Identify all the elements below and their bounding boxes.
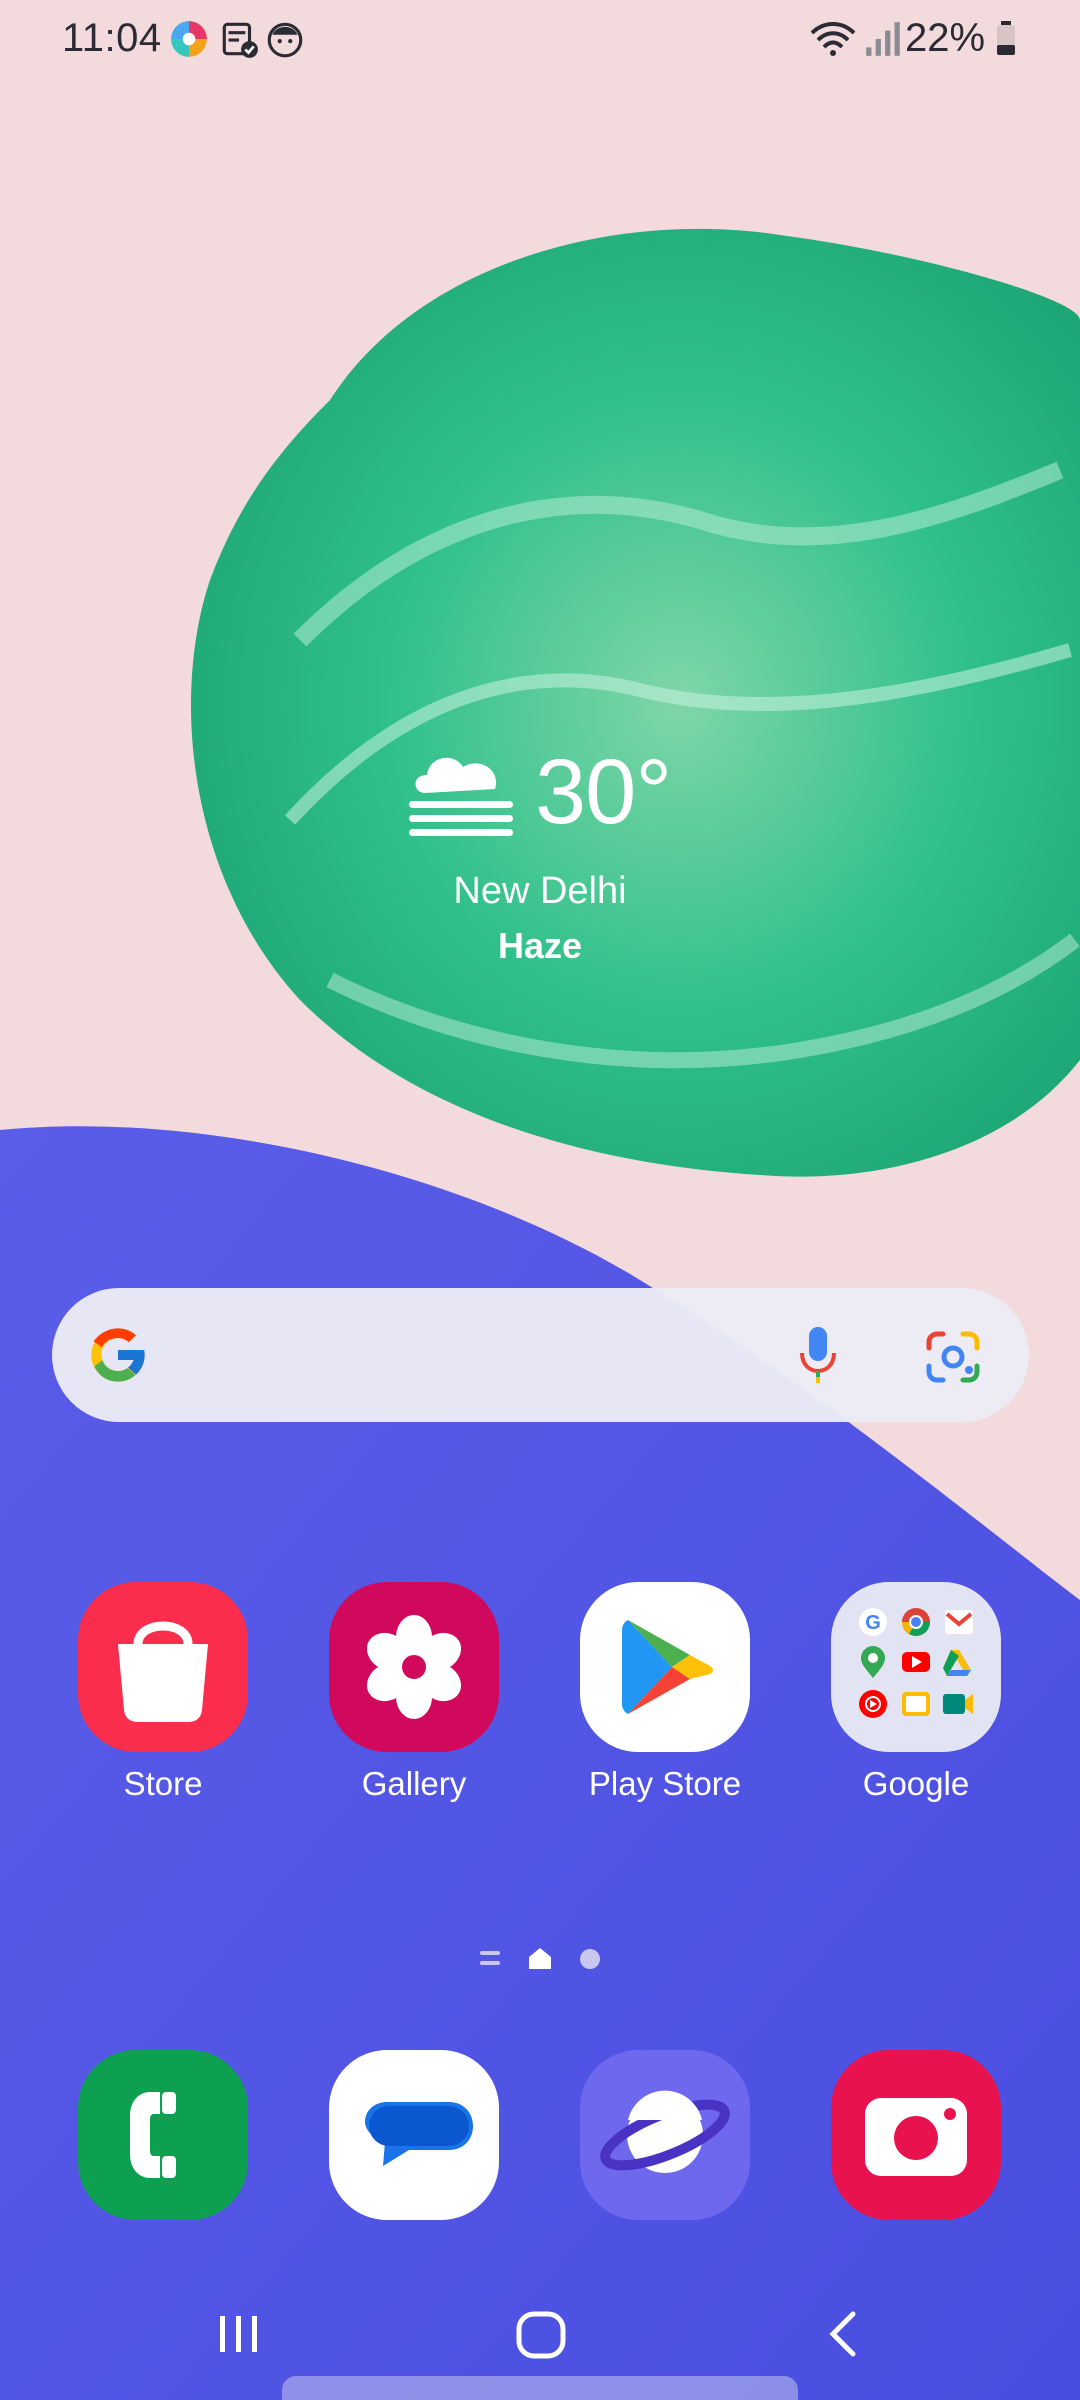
shopping-bag-icon <box>118 1621 208 1722</box>
svg-text:G: G <box>865 1612 881 1634</box>
gesture-handle[interactable] <box>282 2376 798 2400</box>
google-icon: G <box>859 1608 887 1636</box>
google-search-bar[interactable] <box>52 1288 1029 1422</box>
flower-icon <box>366 1615 462 1719</box>
wallpaper <box>0 0 1080 2400</box>
haze-cloud-icon <box>409 757 513 836</box>
google-folder-icon[interactable]: G <box>831 1582 1001 1752</box>
home-button[interactable] <box>515 2310 567 2360</box>
planet-icon <box>600 2090 730 2173</box>
weather-condition: Haze <box>497 925 583 966</box>
weather-temperature: 30° <box>535 741 672 843</box>
photos-icon <box>902 1692 930 1716</box>
status-time: 11:04 <box>62 16 162 60</box>
google-folder-label: Google <box>862 1765 970 1802</box>
gallery-app-icon[interactable] <box>329 1582 499 1752</box>
wifi-icon <box>810 22 856 56</box>
youtube-icon <box>902 1652 930 1672</box>
microphone-icon[interactable] <box>798 1325 838 1387</box>
battery-percent: 22% <box>905 16 986 60</box>
youtube-music-icon <box>859 1690 887 1718</box>
play-store-app-icon[interactable] <box>580 1582 750 1752</box>
gmail-icon <box>945 1610 973 1634</box>
chrome-icon <box>902 1608 930 1636</box>
weather-city: New Delhi <box>453 870 627 912</box>
page-indicator[interactable] <box>478 1946 602 1972</box>
home-page-icon <box>529 1948 551 1969</box>
camera-app-icon[interactable] <box>831 2050 1001 2220</box>
google-lens-icon[interactable] <box>925 1330 981 1384</box>
back-button[interactable] <box>825 2308 861 2360</box>
face-icon <box>267 22 303 58</box>
meet-icon <box>943 1694 973 1714</box>
page-dot-icon <box>580 1949 600 1969</box>
internet-app-icon[interactable] <box>580 2050 750 2220</box>
signal-icon <box>866 22 900 56</box>
folder-icon: G <box>859 1608 973 1718</box>
play-triangle-icon <box>622 1620 713 1714</box>
discover-page-icon <box>480 1951 500 1965</box>
maps-icon <box>861 1646 885 1678</box>
messages-app-icon[interactable] <box>329 2050 499 2220</box>
store-label: Store <box>123 1765 203 1802</box>
notes-icon <box>222 22 258 58</box>
drive-icon <box>943 1650 971 1676</box>
phone-icon <box>130 2092 176 2178</box>
camera-icon <box>865 2098 967 2176</box>
play-store-label: Play Store <box>588 1765 742 1802</box>
google-g-icon <box>91 1328 145 1382</box>
chat-bubble-icon <box>365 2102 473 2166</box>
store-app-icon[interactable] <box>78 1582 248 1752</box>
photos-icon <box>171 21 207 57</box>
phone-app-icon[interactable] <box>78 2050 248 2220</box>
battery-icon <box>997 21 1015 55</box>
gallery-label: Gallery <box>361 1765 467 1802</box>
recent-apps-button[interactable] <box>214 2312 264 2356</box>
